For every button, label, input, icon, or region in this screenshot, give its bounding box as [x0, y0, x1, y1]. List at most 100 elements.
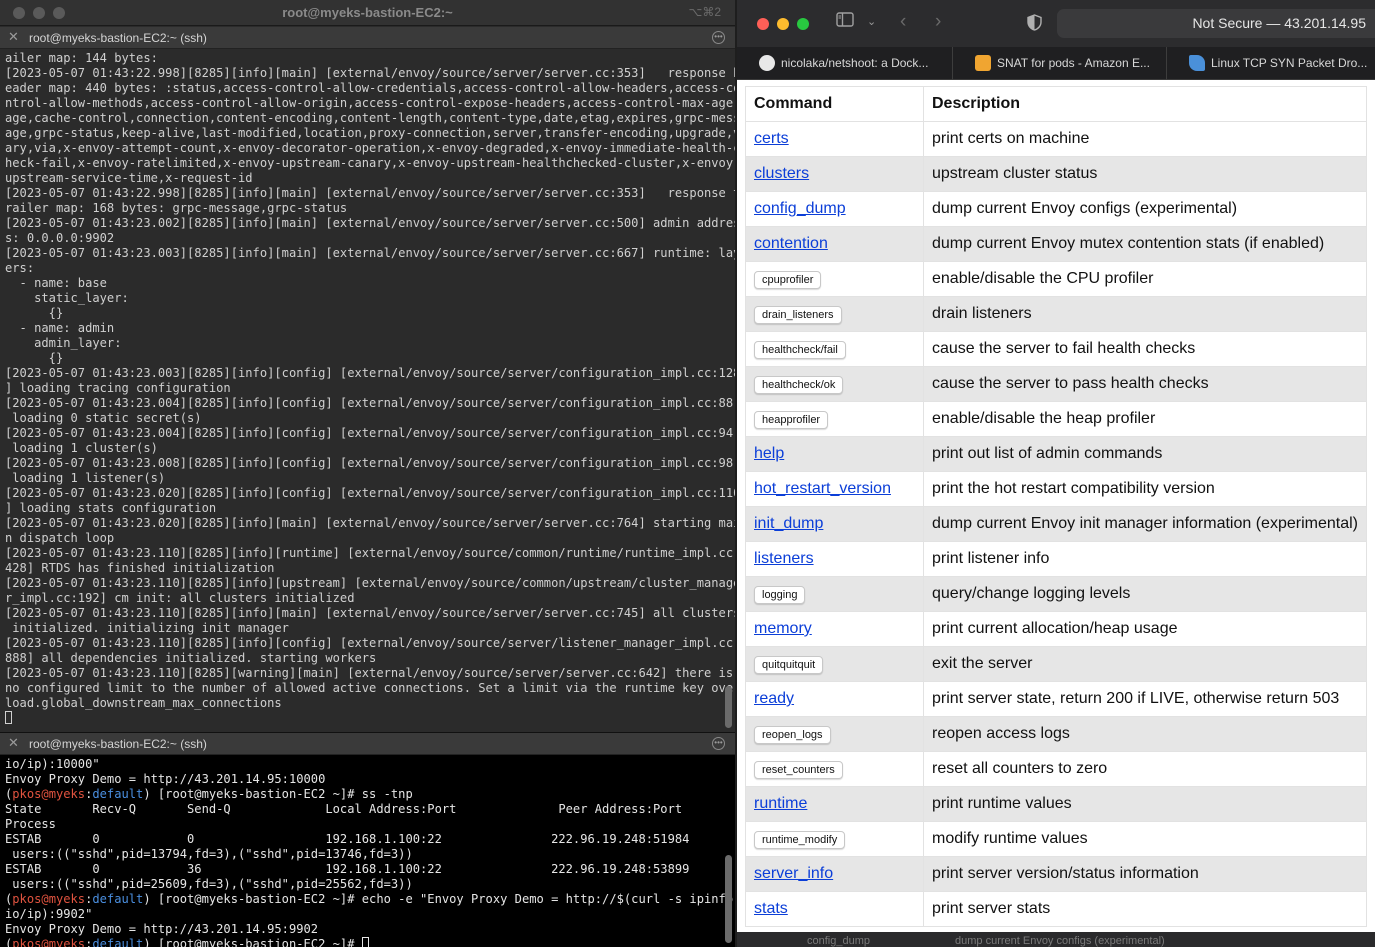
terminal-cursor-line — [5, 711, 715, 726]
command-link[interactable]: memory — [754, 620, 812, 637]
table-row: clusters upstream cluster status — [745, 156, 1367, 192]
terminal-line: [2023-05-07 01:43:22.998][8285][info][ma… — [5, 66, 735, 80]
pane-menu-icon[interactable]: ••• — [712, 31, 725, 44]
description-cell: enable/disable the CPU profiler — [923, 261, 1367, 297]
table-row: hot_restart_version print the hot restart… — [745, 471, 1367, 507]
top-pane-scrollbar[interactable] — [725, 686, 732, 728]
close-pane-icon[interactable]: ✕ — [8, 735, 19, 751]
table-row: memory print current allocation/heap usag… — [745, 611, 1367, 647]
minimize-window-button[interactable] — [777, 18, 789, 30]
underlying-window-strip: config_dump dump current Envoy configs (… — [737, 932, 1375, 947]
zoom-window-button[interactable] — [797, 18, 809, 30]
privacy-shield-icon[interactable] — [1027, 14, 1042, 36]
address-bar[interactable]: Not Secure — 43.201.14.95 — [1057, 9, 1375, 38]
terminal-line: ESTAB 0 0 192.168.1.100:22 222.96.19.248… — [5, 832, 690, 846]
prompt-command: echo -e "Envoy Proxy Demo = http://$(cur… — [361, 892, 735, 906]
command-button[interactable]: reopen_logs — [754, 725, 831, 744]
command-link[interactable]: contention — [754, 235, 828, 252]
prompt-line: (pkos@myeks:default) [root@myeks-bastion… — [5, 892, 735, 907]
pane-menu-icon[interactable]: ••• — [712, 737, 725, 750]
terminal-line: Process — [5, 817, 56, 831]
description-cell: enable/disable the heap profiler — [923, 401, 1367, 437]
description-cell: modify runtime values — [923, 821, 1367, 857]
table-row: stats print server stats — [745, 891, 1367, 927]
top-terminal-pane[interactable]: ailer map: 144 bytes: [2023-05-07 01:43:2… — [0, 49, 735, 732]
command-cell: healthcheck/fail — [745, 331, 924, 367]
sidebar-toggle-icon[interactable] — [836, 12, 854, 32]
window-shortcut-label: ⌥⌘2 — [688, 5, 721, 19]
terminal-line: [2023-05-07 01:43:22.998][8285][info][ma… — [5, 186, 735, 200]
close-pane-icon[interactable]: ✕ — [8, 29, 19, 45]
command-button[interactable]: heapprofiler — [754, 410, 829, 429]
terminal-line: age,cache-control,connection,content-enc… — [5, 111, 735, 125]
command-link[interactable]: listeners — [754, 550, 814, 567]
terminal-line: age,grpc-status,keep-alive,last-modified… — [5, 126, 735, 140]
command-cell: memory — [745, 611, 924, 647]
command-cell: reset_counters — [745, 751, 924, 787]
terminal-line: [2023-05-07 01:43:23.020][8285][info][co… — [5, 486, 735, 500]
terminal-line: [2023-05-07 01:43:23.003][8285][info][co… — [5, 366, 735, 380]
command-cell: reopen_logs — [745, 716, 924, 752]
terminal-line: [2023-05-07 01:43:23.110][8285][info][ma… — [5, 606, 735, 620]
bottom-terminal-pane[interactable]: io/ip):10000" Envoy Proxy Demo = http://4… — [0, 755, 735, 947]
command-cell: runtime_modify — [745, 821, 924, 857]
terminal-line: io/ip):10000" — [5, 757, 100, 771]
description-cell: dump current Envoy configs (experimental… — [923, 191, 1367, 227]
command-link[interactable]: server_info — [754, 865, 833, 882]
command-link[interactable]: hot_restart_version — [754, 480, 891, 497]
command-button[interactable]: runtime_modify — [754, 830, 846, 849]
command-link[interactable]: runtime — [754, 795, 807, 812]
command-button[interactable]: quitquitquit — [754, 655, 824, 674]
forward-arrow-icon[interactable]: › — [935, 11, 941, 33]
terminal-line: Envoy Proxy Demo = http://43.201.14.95:9… — [5, 922, 319, 936]
terminal-line: [2023-05-07 01:43:23.004][8285][info][co… — [5, 396, 735, 410]
command-link[interactable]: certs — [754, 130, 789, 147]
command-cell: healthcheck/ok — [745, 366, 924, 402]
command-button[interactable]: logging — [754, 585, 806, 604]
command-button[interactable]: cpuprofiler — [754, 270, 822, 289]
terminal-line: users:(("sshd",pid=25609,fd=3),("sshd",p… — [5, 877, 413, 891]
command-button[interactable]: reset_counters — [754, 760, 843, 779]
table-row: heapprofiler enable/disable the heap prof… — [745, 401, 1367, 437]
terminal-line: r_impl.cc:192] cm init: all clusters ini… — [5, 591, 355, 605]
terminal-line: - name: admin — [5, 321, 115, 335]
back-arrow-icon[interactable]: ‹ — [900, 11, 906, 33]
command-cell: hot_restart_version — [745, 471, 924, 507]
table-row: server_info print server version/status i… — [745, 856, 1367, 892]
terminal-line: ] loading stats configuration — [5, 501, 217, 515]
tab-linux-tcp-syn[interactable]: Linux TCP SYN Packet Dro... — [1167, 47, 1375, 80]
description-cell: reopen access logs — [923, 716, 1367, 752]
command-link[interactable]: help — [754, 445, 784, 462]
command-link[interactable]: clusters — [754, 165, 809, 182]
prompt-host: myeks — [48, 892, 86, 906]
command-link[interactable]: stats — [754, 900, 788, 917]
terminal-line: ] loading tracing configuration — [5, 381, 231, 395]
terminal-line: n dispatch loop — [5, 531, 115, 545]
prompt-rest: ) [root@myeks-bastion-EC2 ~]# — [143, 787, 362, 801]
description-cell: query/change logging levels — [923, 576, 1367, 612]
command-link[interactable]: init_dump — [754, 515, 823, 532]
table-row: healthcheck/ok cause the server to pass h… — [745, 366, 1367, 402]
tab-netshoot[interactable]: nicolaka/netshoot: a Dock... — [737, 47, 953, 80]
prompt-at: @ — [41, 937, 49, 947]
terminal-line: Envoy Proxy Demo = http://43.201.14.95:1… — [5, 772, 326, 786]
bottom-pane-scrollbar[interactable] — [725, 855, 732, 943]
terminal-line: io/ip):9902" — [5, 907, 93, 921]
command-cell: stats — [745, 891, 924, 927]
top-pane-title: root@myeks-bastion-EC2:~ (ssh) — [29, 31, 207, 45]
terminal-line: admin_layer: — [5, 336, 122, 350]
command-button[interactable]: healthcheck/ok — [754, 375, 844, 394]
command-link[interactable]: config_dump — [754, 200, 846, 217]
chevron-down-icon[interactable]: ⌄ — [867, 15, 876, 28]
terminal-window-title: root@myeks-bastion-EC2:~ — [282, 5, 453, 20]
description-cell: print runtime values — [923, 786, 1367, 822]
terminal-line: [2023-05-07 01:43:23.002][8285][info][ma… — [5, 216, 735, 230]
command-button[interactable]: drain_listeners — [754, 305, 842, 324]
command-link[interactable]: ready — [754, 690, 794, 707]
command-cell: init_dump — [745, 506, 924, 542]
tab-snat-for-pods[interactable]: SNAT for pods - Amazon E... — [953, 47, 1167, 80]
table-row: cpuprofiler enable/disable the CPU profil… — [745, 261, 1367, 297]
prompt-rest: ) [root@myeks-bastion-EC2 ~]# — [143, 892, 362, 906]
command-button[interactable]: healthcheck/fail — [754, 340, 846, 359]
close-window-button[interactable] — [757, 18, 769, 30]
